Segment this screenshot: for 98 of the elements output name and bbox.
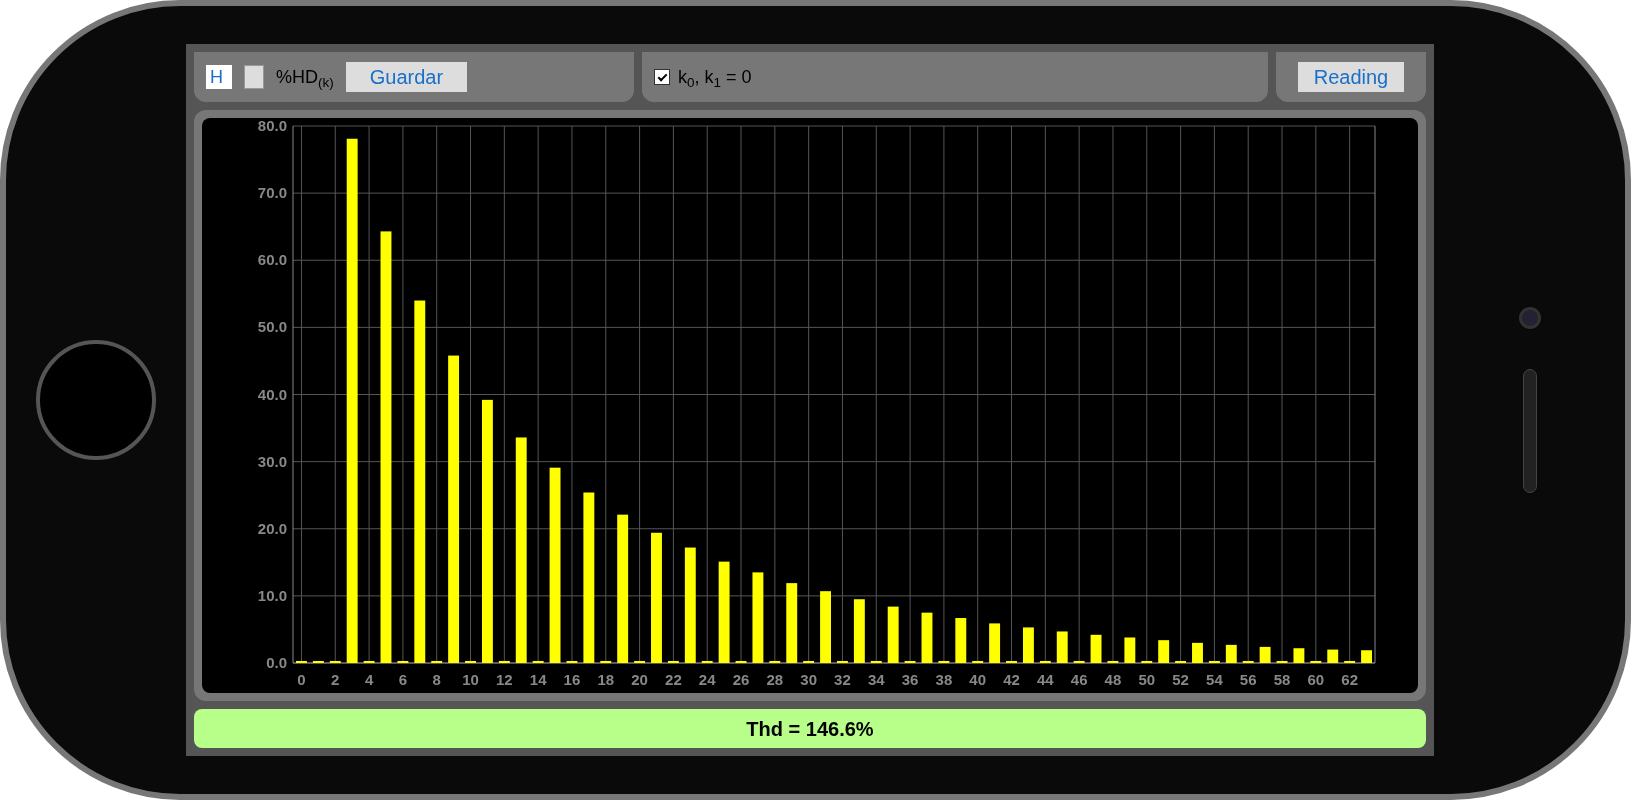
bar (1276, 661, 1288, 664)
x-tick-label: 8 (432, 671, 441, 689)
bar (701, 661, 713, 664)
x-tick-label: 44 (1037, 671, 1054, 689)
bar (1293, 648, 1305, 664)
y-tick-label: 50.0 (257, 318, 287, 336)
bar (938, 661, 950, 664)
x-tick-label: 56 (1239, 671, 1257, 689)
x-tick-label: 14 (529, 671, 547, 689)
bar (600, 661, 612, 664)
x-tick-label: 16 (563, 671, 581, 689)
x-tick-label: 58 (1273, 671, 1291, 689)
bar (955, 618, 967, 664)
bar (465, 661, 476, 664)
bar (989, 623, 1001, 664)
harmonic-field[interactable]: H (206, 65, 232, 90)
x-tick-label: 36 (901, 671, 919, 689)
x-tick-label: 26 (732, 671, 750, 689)
bar (532, 661, 544, 664)
bar (566, 661, 578, 664)
x-tick-label: 50 (1138, 671, 1156, 689)
bar (1361, 650, 1372, 664)
bar (1158, 640, 1170, 664)
bar (1090, 635, 1102, 664)
x-tick-label: 28 (766, 671, 784, 689)
x-tick-label: 20 (631, 671, 648, 689)
bar (312, 661, 324, 664)
bar (296, 661, 307, 664)
bar (870, 661, 882, 664)
x-tick-label: 38 (935, 671, 953, 689)
bar (887, 606, 899, 664)
bar (803, 661, 815, 664)
x-tick-label: 18 (597, 671, 615, 689)
bar (329, 661, 341, 664)
x-tick-label: 24 (698, 671, 716, 689)
unit-label: %HD$_{(k)}$ (276, 66, 334, 92)
x-tick-label: 48 (1104, 671, 1122, 689)
bar (1327, 649, 1339, 664)
y-tick-label: 20.0 (257, 520, 287, 538)
y-tick-label: 40.0 (257, 385, 287, 403)
bar (904, 661, 916, 664)
bar (1006, 661, 1017, 664)
x-tick-label: 60 (1307, 671, 1325, 689)
bar (1141, 661, 1153, 664)
thd-text: Thd = 146.6% (746, 716, 874, 742)
bar (363, 661, 375, 664)
bar (1056, 631, 1068, 664)
bar (1344, 661, 1356, 664)
bar (1192, 643, 1203, 664)
bar (921, 612, 933, 664)
bar (1225, 645, 1237, 664)
camera-icon (1518, 307, 1541, 329)
x-tick-label: 42 (1003, 671, 1020, 689)
x-tick-label: 30 (800, 671, 817, 689)
y-tick-label: 0.0 (266, 654, 287, 672)
bar (1310, 661, 1322, 664)
y-tick-label: 70.0 (257, 184, 287, 202)
bar (1039, 661, 1051, 664)
zero-checkbox[interactable] (654, 69, 670, 86)
x-tick-label: 4 (364, 671, 374, 689)
x-tick-label: 52 (1172, 671, 1189, 689)
x-tick-label: 2 (331, 671, 340, 689)
bar (634, 661, 646, 664)
bar (431, 661, 443, 664)
bar (397, 661, 409, 664)
checkbox-label: k$_{0}$, k$_{1}$ = 0 (678, 66, 752, 92)
bar (769, 661, 781, 664)
x-tick-label: 62 (1341, 671, 1358, 689)
y-tick-label: 30.0 (257, 452, 287, 470)
x-tick-label: 46 (1070, 671, 1088, 689)
x-tick-label: 10 (462, 671, 479, 689)
bar (735, 661, 747, 664)
x-tick-label: 22 (665, 671, 682, 689)
bar (1124, 637, 1136, 664)
save-button[interactable]: Guardar (345, 62, 468, 93)
bar (1107, 661, 1119, 664)
bar (1242, 661, 1254, 664)
y-tick-label: 10.0 (257, 587, 287, 605)
x-tick-label: 34 (867, 671, 885, 689)
bar (837, 661, 848, 664)
bar (1208, 661, 1220, 664)
bar (667, 661, 679, 664)
y-tick-label: 80.0 (257, 118, 287, 135)
x-tick-label: 12 (496, 671, 513, 689)
x-tick-label: 6 (398, 671, 408, 689)
reading-button[interactable]: Reading (1297, 62, 1405, 93)
bar (1022, 627, 1034, 664)
bar (1259, 647, 1271, 664)
bar (853, 599, 865, 664)
bar (498, 661, 510, 664)
x-tick-label: 32 (834, 671, 851, 689)
bar (1175, 661, 1187, 664)
bar (972, 661, 984, 664)
x-tick-label: 40 (969, 671, 987, 689)
bar (1073, 661, 1085, 664)
x-tick-label: 54 (1206, 671, 1223, 689)
y-tick-label: 60.0 (257, 251, 287, 269)
x-tick-label: 0 (297, 671, 306, 689)
